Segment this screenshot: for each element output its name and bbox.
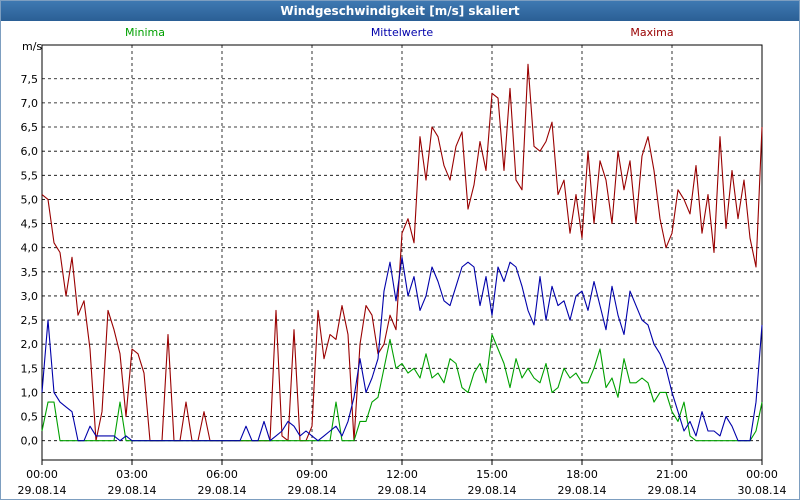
x-tick-date: 29.08.14 — [108, 484, 157, 497]
x-tick-time: 00:00 — [746, 468, 778, 481]
legend: Minima Mittelwerte Maxima — [125, 26, 674, 39]
x-tick-time: 06:00 — [206, 468, 238, 481]
x-tick-time: 18:00 — [566, 468, 598, 481]
series-line-maxima — [41, 63, 763, 442]
x-tick-date: 29.08.14 — [558, 484, 607, 497]
x-tick-time: 03:00 — [116, 468, 148, 481]
x-axis-ticks: 00:00 29.08.14 03:00 29.08.14 06:00 29.08.14 0… — [18, 468, 787, 497]
x-tick-time: 00:00 — [26, 468, 58, 481]
y-tick-label: 2,5 — [21, 314, 39, 327]
x-tick-date: 29.08.14 — [288, 484, 337, 497]
x-tick-date: 29.08.14 — [468, 484, 517, 497]
legend-minima: Minima — [125, 26, 165, 39]
x-tick-time: 12:00 — [386, 468, 418, 481]
series-lines — [41, 63, 763, 442]
y-tick-label: 3,5 — [21, 266, 39, 279]
x-tick-time: 21:00 — [656, 468, 688, 481]
y-tick-label: 7,5 — [21, 73, 39, 86]
y-tick-label: 4,5 — [21, 218, 39, 231]
x-tick-time: 09:00 — [296, 468, 328, 481]
y-tick-label: 5,0 — [21, 193, 39, 206]
legend-mittelwerte: Mittelwerte — [371, 26, 434, 39]
y-tick-label: 1,5 — [21, 362, 39, 375]
y-tick-label: 5,5 — [21, 169, 39, 182]
legend-maxima: Maxima — [630, 26, 673, 39]
y-tick-label: 2,0 — [21, 338, 39, 351]
y-axis-ticks: 0,0 0,5 1,0 1,5 2,0 2,5 3,0 3,5 4,0 4,5 5,0 5,5 6,0 6… — [21, 73, 39, 448]
x-tick-date: 29.08.14 — [378, 484, 427, 497]
y-tick-label: 1,0 — [21, 386, 39, 399]
y-tick-label: 6,5 — [21, 121, 39, 134]
y-tick-label: 6,0 — [21, 145, 39, 158]
x-tick-time: 15:00 — [476, 468, 508, 481]
y-tick-label: 0,0 — [21, 435, 39, 448]
y-tick-label: 4,0 — [21, 242, 39, 255]
y-tick-label: 7,0 — [21, 97, 39, 110]
y-tick-label: 3,0 — [21, 290, 39, 303]
y-tick-label: 0,5 — [21, 411, 39, 424]
wind-speed-chart: 0,0 0,5 1,0 1,5 2,0 2,5 3,0 3,5 4,0 4,5 5,0 5,5 6,0 6… — [18, 26, 787, 497]
y-axis-label: m/s — [22, 40, 42, 53]
x-tick-date: 30.08.14 — [738, 484, 787, 497]
x-tick-date: 29.08.14 — [648, 484, 697, 497]
x-tick-date: 29.08.14 — [198, 484, 247, 497]
x-tick-date: 29.08.14 — [18, 484, 67, 497]
